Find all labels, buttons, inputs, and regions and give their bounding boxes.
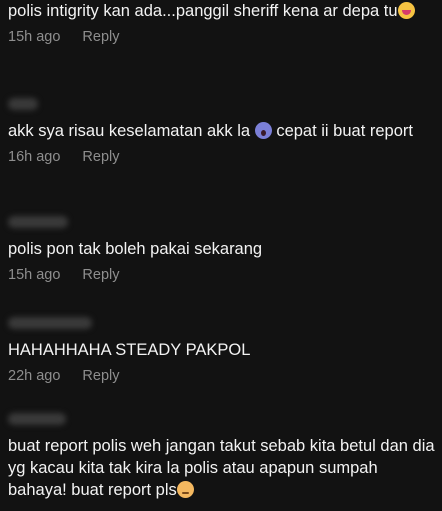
comment-4: HAHAHHAHA STEADY PAKPOL 22h ago Reply — [8, 317, 438, 384]
reply-button[interactable]: Reply — [82, 368, 119, 384]
comment-text: polis intigrity kan ada...panggil sherif… — [8, 2, 398, 20]
comment-text: akk sya risau keselamatan akk la — [8, 122, 251, 140]
comment-2: akk sya risau keselamatan akk la cepat i… — [8, 98, 438, 165]
comment-timestamp: 15h ago — [8, 29, 61, 45]
comment-text-continued: cepat ii buat report — [276, 122, 413, 140]
blurred-username — [8, 98, 38, 110]
comment-1: polis intigrity kan ada...panggil sherif… — [8, 0, 438, 45]
comment-3: polis pon tak boleh pakai sekarang 15h a… — [8, 216, 438, 283]
reply-button[interactable]: Reply — [82, 29, 119, 45]
laughing-emoji-icon — [397, 2, 415, 19]
comment-5: buat report polis weh jangan takut sebab… — [8, 413, 438, 501]
blurred-username — [8, 413, 66, 425]
reply-button[interactable]: Reply — [82, 267, 119, 283]
comment-text: buat report polis weh jangan takut sebab… — [8, 437, 435, 499]
flushed-emoji-icon — [176, 481, 194, 498]
screaming-emoji-icon — [254, 122, 272, 139]
comment-timestamp: 22h ago — [8, 368, 61, 384]
reply-button[interactable]: Reply — [82, 149, 119, 165]
comment-timestamp: 16h ago — [8, 149, 61, 165]
comment-text: HAHAHHAHA STEADY PAKPOL — [8, 341, 251, 359]
blurred-username — [8, 216, 68, 228]
comment-text: polis pon tak boleh pakai sekarang — [8, 240, 263, 258]
comment-timestamp: 15h ago — [8, 267, 61, 283]
blurred-username — [8, 317, 92, 329]
